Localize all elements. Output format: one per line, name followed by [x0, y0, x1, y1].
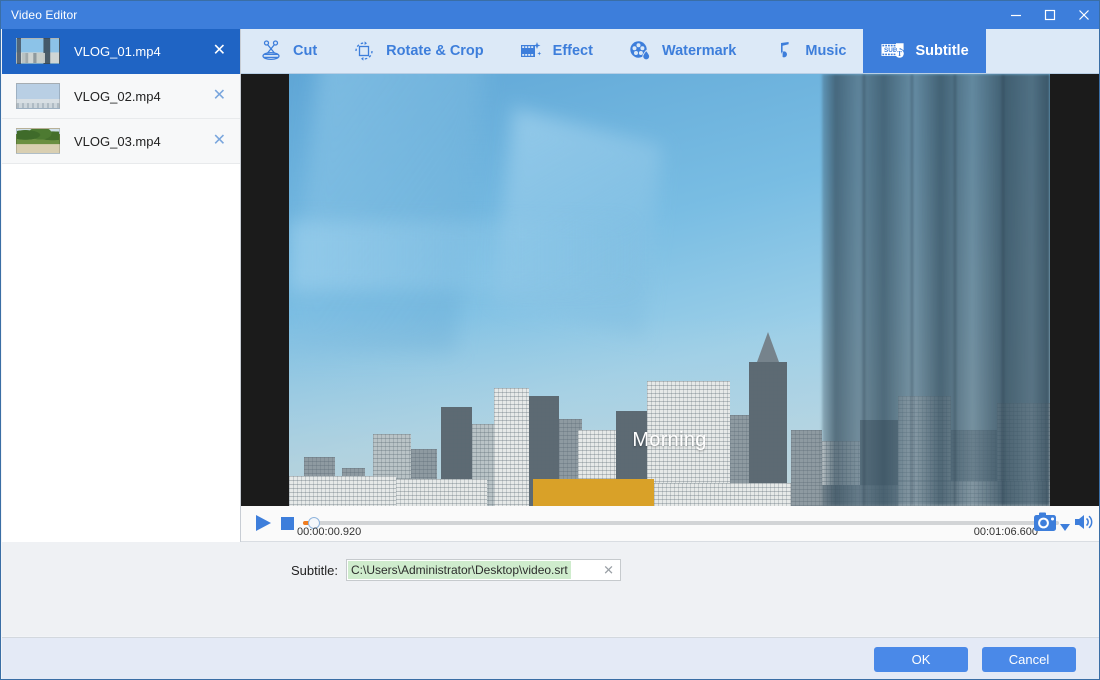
- tab-label: Music: [805, 43, 846, 59]
- player-control-bar: 00:00:00.920 00:01:06.600: [241, 506, 1100, 542]
- tab-label: Subtitle: [915, 43, 968, 59]
- remove-file-icon[interactable]: ✕: [213, 43, 226, 59]
- file-name: VLOG_02.mp4: [74, 89, 161, 104]
- window-reflection-shape: [289, 74, 488, 355]
- window-reflection-shape: [289, 221, 631, 290]
- subtitle-file-row: Subtitle: C:\Users\Administrator\Desktop…: [291, 559, 621, 581]
- snapshot-camera-icon[interactable]: [1032, 511, 1058, 533]
- total-time-label: 00:01:06.600: [974, 526, 1038, 538]
- maximize-button[interactable]: [1033, 1, 1067, 29]
- tab-watermark[interactable]: Watermark: [610, 29, 753, 73]
- dialog-footer: OK Cancel: [2, 637, 1100, 679]
- file-name: VLOG_01.mp4: [74, 44, 161, 59]
- subtitle-options-panel: Subtitle: C:\Users\Administrator\Desktop…: [2, 542, 1100, 636]
- window-controls: [999, 1, 1100, 29]
- tab-subtitle[interactable]: SUB T Subtitle: [863, 29, 985, 73]
- music-note-icon: [770, 38, 796, 64]
- svg-text:T: T: [898, 50, 903, 58]
- scissors-icon: [258, 38, 284, 64]
- remove-file-icon[interactable]: ✕: [213, 88, 226, 104]
- tab-cut[interactable]: Cut: [241, 29, 334, 73]
- file-list-empty-area: [2, 164, 240, 542]
- sub-text-icon: SUB T: [880, 38, 906, 64]
- subtitle-path-value: C:\Users\Administrator\Desktop\video.srt: [348, 561, 571, 579]
- subtitle-file-label: Subtitle:: [291, 563, 338, 578]
- video-preview-area[interactable]: Morning: [241, 74, 1100, 506]
- subtitle-overlay-text: Morning: [632, 429, 706, 452]
- tab-label: Effect: [553, 43, 593, 59]
- current-time-label: 00:00:00.920: [297, 526, 361, 538]
- title-bar: Video Editor: [1, 1, 1100, 29]
- editor-toolbar: Cut Rotate & Crop: [241, 29, 1100, 74]
- list-item[interactable]: VLOG_01.mp4 ✕: [2, 29, 240, 74]
- video-thumbnail: [16, 38, 60, 64]
- volume-icon[interactable]: [1074, 513, 1094, 531]
- close-button[interactable]: [1067, 1, 1100, 29]
- subtitle-path-input[interactable]: C:\Users\Administrator\Desktop\video.srt…: [346, 559, 621, 581]
- video-editor-window: Video Editor VLOG_01.mp4 ✕ VLOG_02.mp4 ✕: [0, 0, 1100, 680]
- play-button[interactable]: [253, 513, 273, 533]
- list-item[interactable]: VLOG_03.mp4 ✕: [2, 119, 240, 164]
- video-frame: Morning: [289, 74, 1050, 506]
- cancel-button[interactable]: Cancel: [982, 647, 1076, 672]
- tab-label: Rotate & Crop: [386, 43, 483, 59]
- tab-label: Watermark: [662, 43, 736, 59]
- window-title: Video Editor: [11, 8, 77, 22]
- seek-slider[interactable]: [303, 521, 1059, 525]
- minimize-button[interactable]: [999, 1, 1033, 29]
- list-item[interactable]: VLOG_02.mp4 ✕: [2, 74, 240, 119]
- curtain-overlay: [822, 74, 1050, 506]
- tab-rotate-crop[interactable]: Rotate & Crop: [334, 29, 500, 73]
- tab-label: Cut: [293, 43, 317, 59]
- remove-file-icon[interactable]: ✕: [213, 133, 226, 149]
- film-reel-droplet-icon: [627, 38, 653, 64]
- file-list-sidebar[interactable]: VLOG_01.mp4 ✕ VLOG_02.mp4 ✕ VLOG_03.mp4 …: [2, 29, 241, 542]
- stop-button[interactable]: [281, 517, 294, 530]
- video-thumbnail: [16, 83, 60, 109]
- rotate-crop-icon: [351, 38, 377, 64]
- ok-button[interactable]: OK: [874, 647, 968, 672]
- clear-path-icon[interactable]: ✕: [603, 564, 614, 577]
- film-sparkle-icon: [518, 38, 544, 64]
- tab-music[interactable]: Music: [753, 29, 863, 73]
- video-thumbnail: [16, 128, 60, 154]
- file-name: VLOG_03.mp4: [74, 134, 161, 149]
- tab-effect[interactable]: Effect: [501, 29, 610, 73]
- chevron-down-icon[interactable]: [1060, 518, 1070, 536]
